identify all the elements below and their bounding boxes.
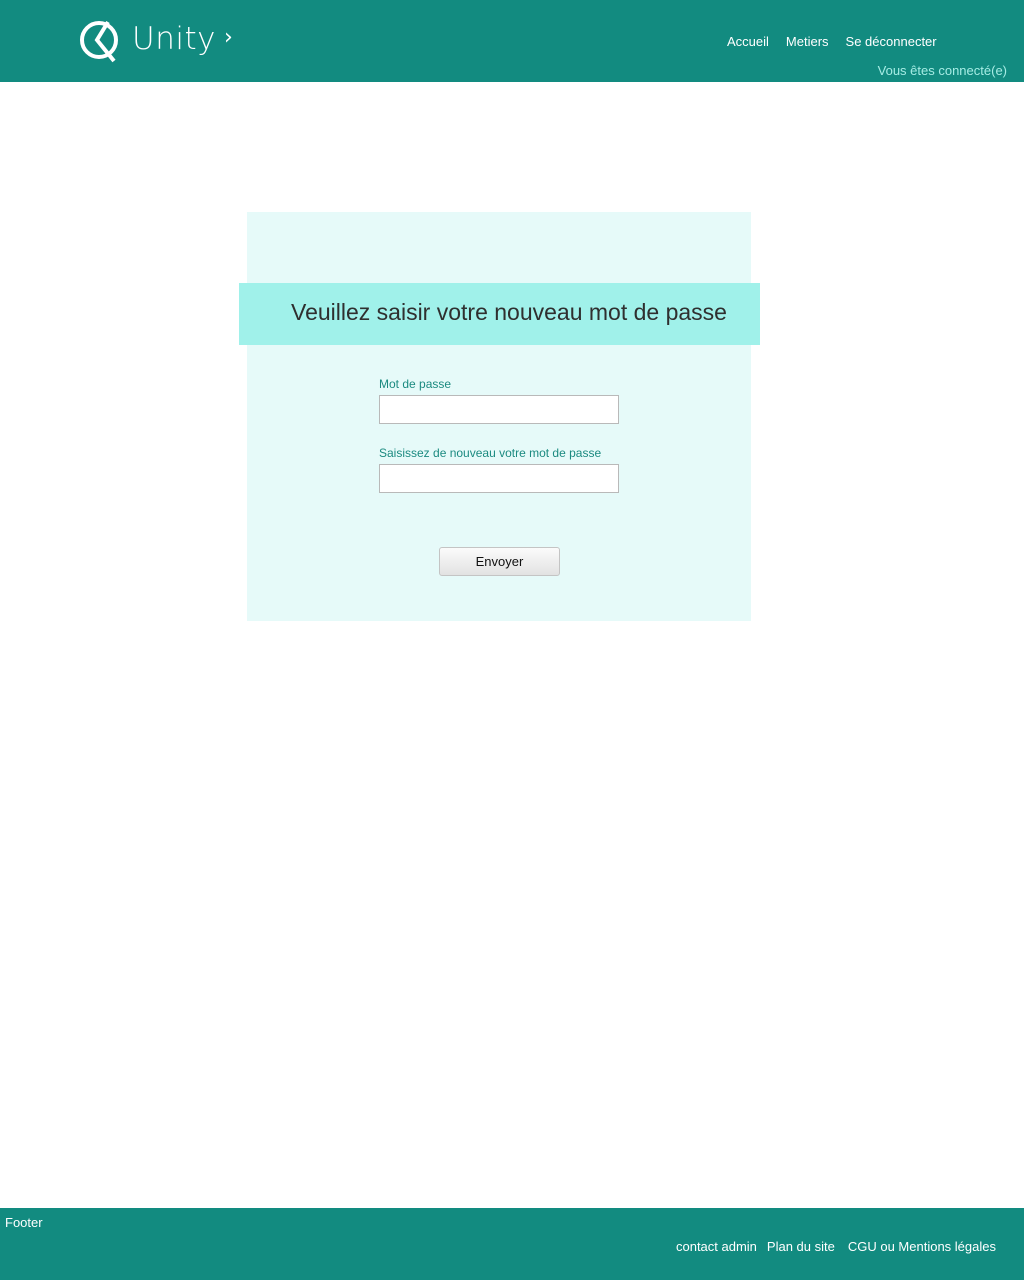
- nav-link-metiers[interactable]: Metiers: [786, 34, 829, 49]
- footer-link-contact-admin[interactable]: contact admin: [676, 1239, 757, 1254]
- nav-link-accueil[interactable]: Accueil: [727, 34, 769, 49]
- main-nav: Accueil Metiers Se déconnecter: [727, 34, 937, 49]
- site-footer: Footer contact admin Plan du site CGU ou…: [0, 1208, 1024, 1280]
- unity-logo[interactable]: Unity ›: [78, 16, 233, 64]
- password-label: Mot de passe: [379, 377, 452, 391]
- confirm-password-input[interactable]: [379, 464, 619, 493]
- page-title: Veuillez saisir votre nouveau mot de pas…: [291, 299, 727, 325]
- chevron-right-icon: ›: [223, 25, 233, 50]
- logo-text: Unity: [132, 21, 216, 57]
- footer-links: contact admin Plan du site CGU ou Mentio…: [666, 1239, 996, 1254]
- connection-status: Vous êtes connecté(e): [877, 63, 1007, 78]
- footer-label: Footer: [5, 1215, 43, 1230]
- password-input[interactable]: [379, 395, 619, 424]
- footer-link-sitemap[interactable]: Plan du site: [767, 1239, 835, 1254]
- submit-button[interactable]: Envoyer: [439, 547, 560, 576]
- nav-link-logout[interactable]: Se déconnecter: [846, 34, 937, 49]
- unity-logo-icon: [80, 20, 118, 63]
- confirm-password-label: Saisissez de nouveau votre mot de passe: [379, 446, 602, 460]
- form-title-band: Veuillez saisir votre nouveau mot de pas…: [239, 283, 760, 345]
- footer-link-legal[interactable]: CGU ou Mentions légales: [848, 1239, 996, 1254]
- site-header: Unity › Accueil Metiers Se déconnecter V…: [0, 0, 1024, 82]
